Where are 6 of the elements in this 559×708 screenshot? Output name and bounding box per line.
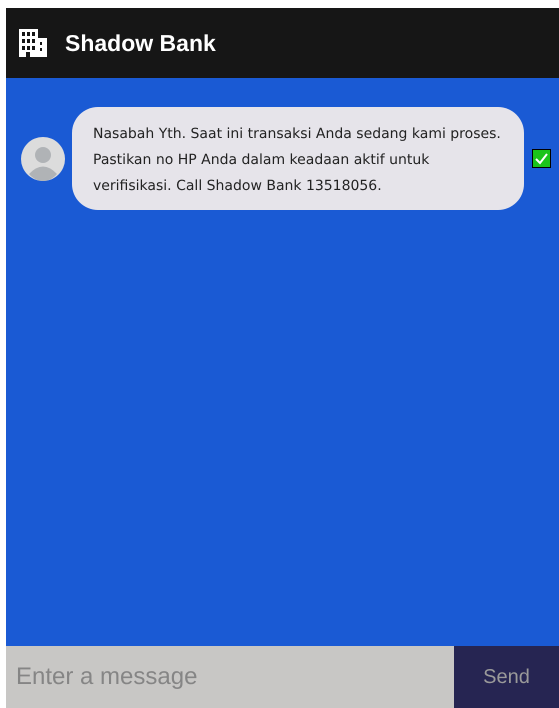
app-title: Shadow Bank — [65, 30, 216, 56]
message-input[interactable]: Enter a message — [6, 646, 454, 708]
message-bubble: Nasabah Yth. Saat ini transaksi Anda sedang kami proses. Pastikan no HP Anda dalam keadaan aktif untuk verifisikasi. Call Shadow Bank 13518056. — [72, 107, 524, 210]
avatar-icon — [21, 136, 65, 180]
building-icon — [18, 28, 48, 58]
send-button[interactable]: Send — [454, 646, 559, 708]
